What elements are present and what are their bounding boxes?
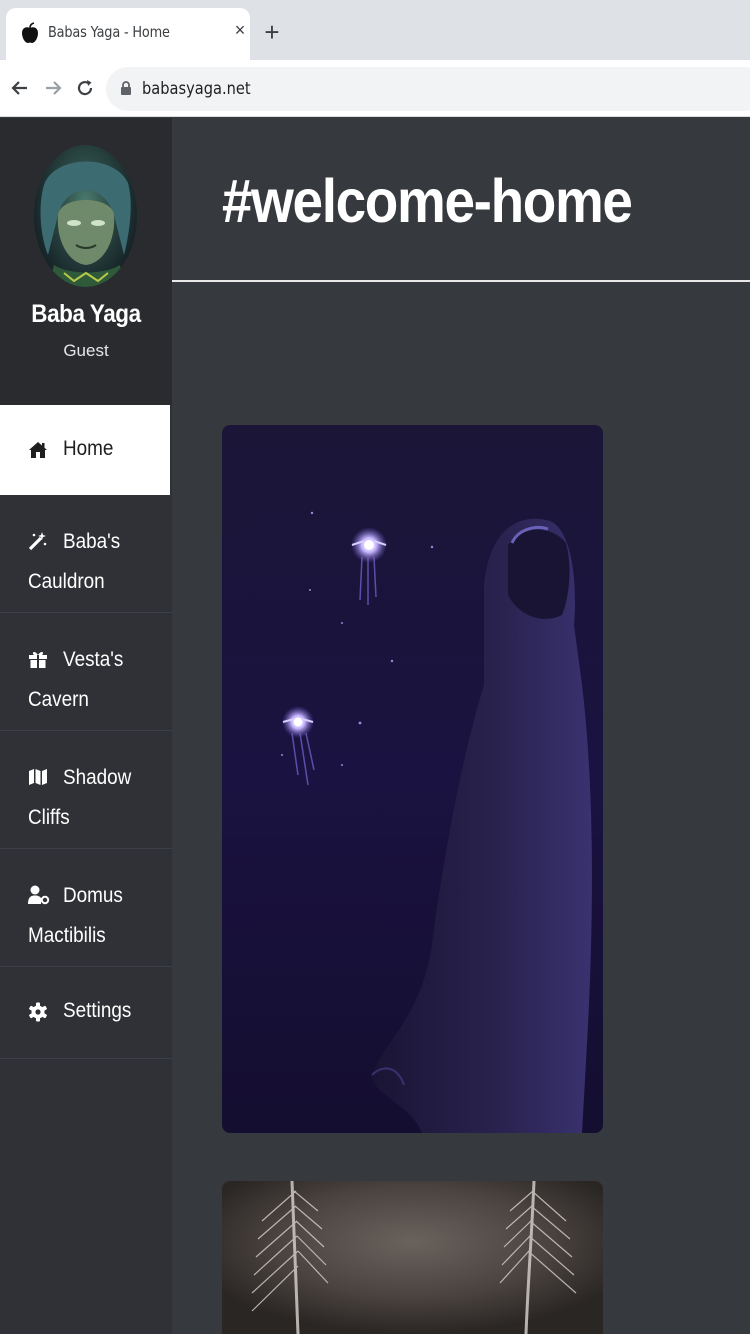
sidebar-item-domus-mactibilis[interactable]: Domus Mactibilis xyxy=(0,849,172,967)
main-content: #welcome-home xyxy=(172,118,750,1334)
user-key-icon xyxy=(28,885,50,905)
reload-icon[interactable] xyxy=(71,74,99,102)
sidebar: Baba Yaga Guest Home Baba's Cauldron Ves… xyxy=(0,118,172,1334)
page-title: #welcome-home xyxy=(222,167,633,235)
artwork-feathers-image[interactable] xyxy=(222,1181,603,1334)
home-icon xyxy=(28,440,48,460)
sidebar-item-home[interactable]: Home xyxy=(0,405,170,495)
profile-role: Guest xyxy=(63,341,109,360)
profile-name: Baba Yaga xyxy=(31,300,141,328)
sidebar-item-label: Shadow xyxy=(63,766,132,789)
sidebar-item-vestas-cavern[interactable]: Vesta's Cavern xyxy=(0,613,172,731)
url-text: babasyaga.net xyxy=(142,79,251,99)
address-bar[interactable]: babasyaga.net xyxy=(106,67,750,111)
map-icon xyxy=(28,767,48,787)
back-arrow-icon[interactable] xyxy=(6,74,34,102)
sidebar-item-label: Domus xyxy=(63,884,123,907)
sidebar-item-label: Cauldron xyxy=(28,570,105,593)
title-divider xyxy=(172,280,750,282)
tab-title: Babas Yaga - Home xyxy=(48,23,170,41)
avatar[interactable] xyxy=(34,145,137,287)
magic-wand-icon xyxy=(28,531,48,551)
browser-toolbar: babasyaga.net xyxy=(0,60,750,117)
sidebar-item-label: Baba's xyxy=(63,530,121,553)
forward-arrow-icon[interactable] xyxy=(39,74,67,102)
new-tab-icon[interactable]: + xyxy=(260,18,284,46)
sidebar-item-label: Cavern xyxy=(28,688,89,711)
apple-favicon-icon xyxy=(20,22,40,44)
sidebar-item-shadow-cliffs[interactable]: Shadow Cliffs xyxy=(0,731,172,849)
sidebar-item-label: Cliffs xyxy=(28,806,70,829)
lock-icon xyxy=(120,81,132,95)
browser-tab-strip: Babas Yaga - Home × + xyxy=(0,0,750,60)
sidebar-item-label: Vesta's xyxy=(63,648,124,671)
profile-card: Baba Yaga Guest xyxy=(0,118,172,405)
sidebar-item-label: Mactibilis xyxy=(28,924,106,947)
artwork-hooded-figure-image[interactable] xyxy=(222,425,603,1133)
gear-icon xyxy=(28,1002,48,1022)
close-tab-icon[interactable]: × xyxy=(231,20,249,40)
gift-icon xyxy=(28,649,48,669)
browser-tab[interactable]: Babas Yaga - Home × xyxy=(6,8,250,60)
sidebar-item-label: Home xyxy=(63,437,114,460)
sidebar-item-label: Settings xyxy=(63,999,132,1022)
sidebar-item-babas-cauldron[interactable]: Baba's Cauldron xyxy=(0,495,172,613)
sidebar-item-settings[interactable]: Settings xyxy=(0,967,172,1059)
